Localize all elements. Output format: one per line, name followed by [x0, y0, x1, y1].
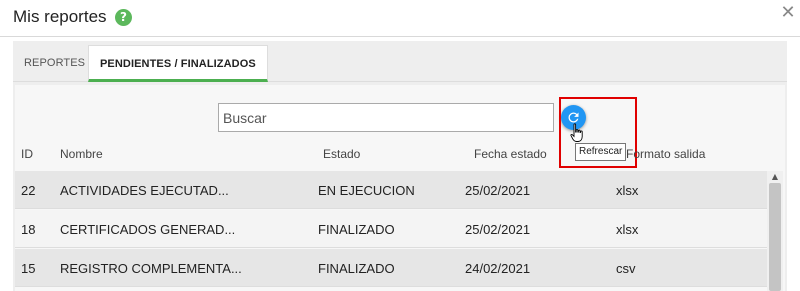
cell-estado: FINALIZADO: [318, 222, 395, 237]
cell-estado: FINALIZADO: [318, 261, 395, 276]
dialog-title: Mis reportes: [13, 7, 107, 26]
cell-nombre: REGISTRO COMPLEMENTA...: [60, 261, 242, 276]
cell-id: 18: [21, 222, 36, 237]
help-icon[interactable]: ?: [115, 9, 132, 26]
tab-bar: REPORTES PENDIENTES / FINALIZADOS: [13, 41, 787, 82]
cell-formato-salida: xlsx: [616, 183, 639, 198]
table-body: 22 ACTIVIDADES EJECUTAD... EN EJECUCION …: [15, 171, 767, 291]
cell-id: 22: [21, 183, 36, 198]
cell-id: 15: [21, 261, 36, 276]
close-icon[interactable]: ✕: [780, 4, 796, 22]
table-row[interactable]: 22 ACTIVIDADES EJECUTAD... EN EJECUCION …: [15, 171, 767, 209]
cell-fecha-estado: 25/02/2021: [465, 222, 531, 237]
cell-formato-salida: csv: [616, 261, 636, 276]
dialog-header: Mis reportes ? ✕: [0, 0, 800, 37]
reports-panel: REPORTES PENDIENTES / FINALIZADOS Refres…: [13, 41, 787, 291]
refresh-tooltip: Refrescar: [575, 143, 627, 161]
search-input[interactable]: [218, 103, 554, 132]
tab-pendientes-finalizados[interactable]: PENDIENTES / FINALIZADOS: [88, 45, 268, 82]
cell-fecha-estado: 25/02/2021: [465, 183, 531, 198]
hand-cursor-icon: [570, 123, 583, 142]
tab-content: Refrescar ID Nombre Estado Fecha estado …: [15, 85, 785, 291]
column-header-estado[interactable]: Estado: [323, 147, 360, 161]
cell-nombre: CERTIFICADOS GENERAD...: [60, 222, 236, 237]
tab-reportes[interactable]: REPORTES: [13, 45, 96, 82]
column-header-id[interactable]: ID: [21, 147, 33, 161]
cell-fecha-estado: 24/02/2021: [465, 261, 531, 276]
cell-nombre: ACTIVIDADES EJECUTAD...: [60, 183, 229, 198]
scroll-up-icon[interactable]: ▲: [770, 173, 780, 181]
vertical-scrollbar[interactable]: ▲: [767, 171, 783, 291]
cell-formato-salida: xlsx: [616, 222, 639, 237]
table-row[interactable]: 18 CERTIFICADOS GENERAD... FINALIZADO 25…: [15, 210, 767, 248]
column-header-formato-salida[interactable]: Formato salida: [626, 147, 705, 161]
table-row[interactable]: 15 REGISTRO COMPLEMENTA... FINALIZADO 24…: [15, 249, 767, 287]
scrollbar-thumb[interactable]: [769, 183, 781, 291]
cell-estado: EN EJECUCION: [318, 183, 415, 198]
column-header-nombre[interactable]: Nombre: [60, 147, 103, 161]
column-header-fecha-estado[interactable]: Fecha estado: [474, 147, 547, 161]
